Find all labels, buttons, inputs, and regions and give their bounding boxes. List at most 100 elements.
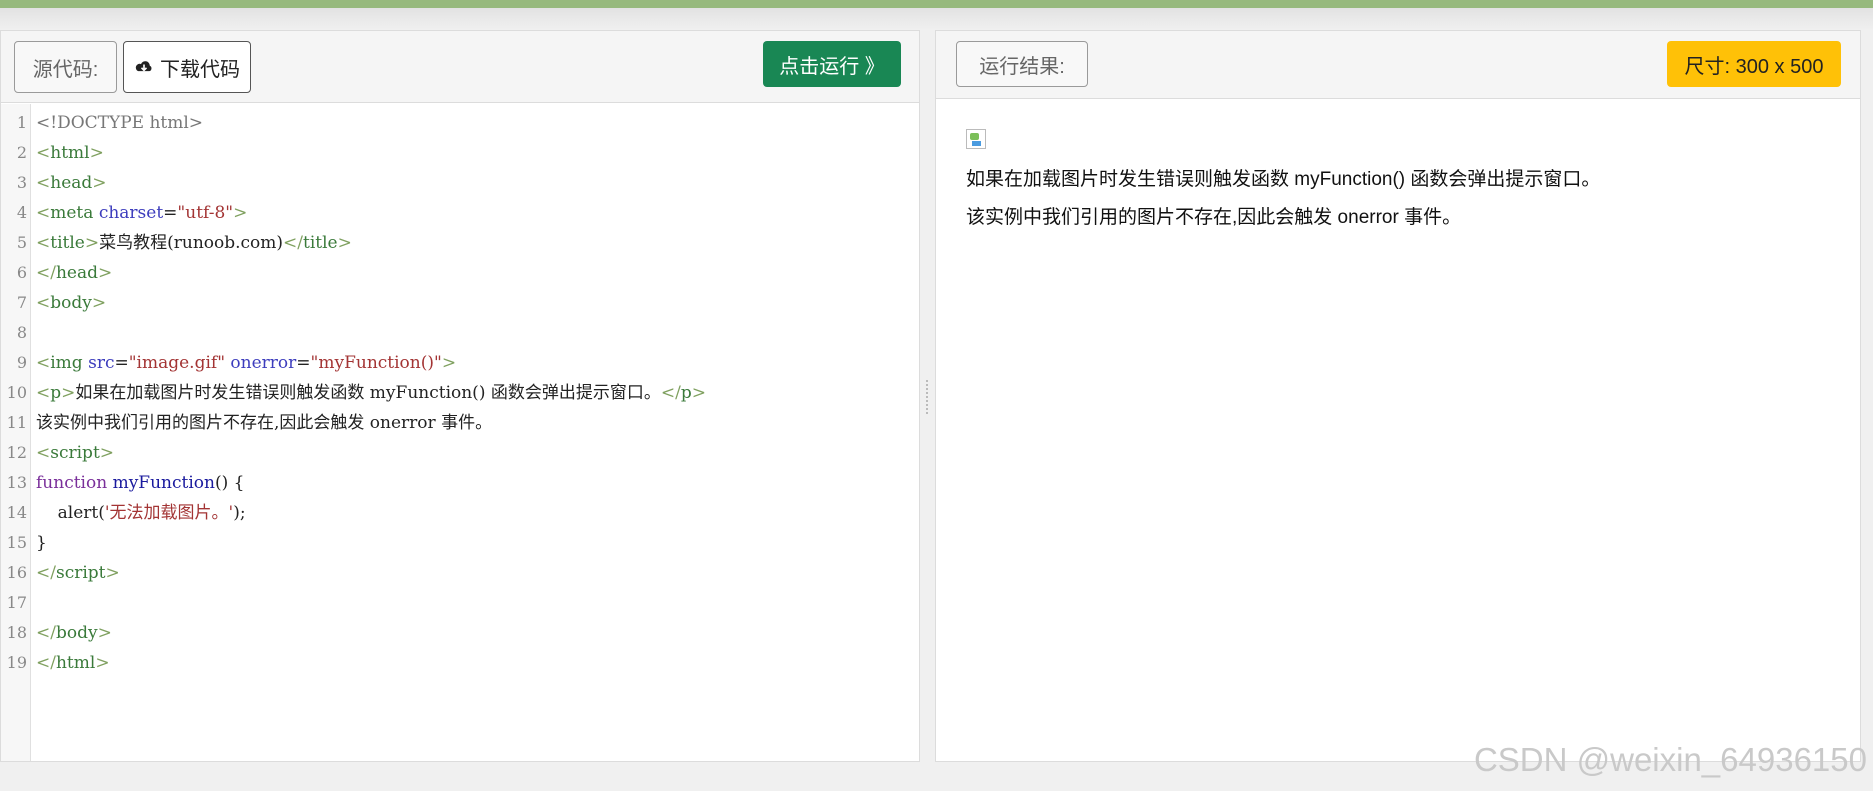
code-line: 16 </script> bbox=[0, 563, 900, 593]
line-number: 18 bbox=[6, 623, 27, 642]
download-code-label: 下载代码 bbox=[160, 58, 240, 81]
code-token: > bbox=[89, 143, 104, 163]
top-accent-bar bbox=[0, 0, 1873, 8]
code-token: </ bbox=[36, 623, 56, 643]
line-number: 7 bbox=[16, 293, 27, 312]
code-token: > bbox=[92, 173, 107, 193]
line-text: <p>如果在加载图片时发生错误则触发函数 myFunction() 函数会弹出提… bbox=[36, 383, 706, 403]
line-text: </body> bbox=[36, 623, 112, 643]
line-text: </html> bbox=[36, 653, 110, 673]
line-text: </head> bbox=[36, 263, 112, 283]
code-line: 3 <head> bbox=[0, 173, 900, 203]
code-token: function bbox=[36, 473, 113, 493]
code-token: > bbox=[84, 233, 100, 253]
code-token: script bbox=[50, 443, 100, 463]
code-line: 8 bbox=[0, 323, 900, 353]
top-shade bbox=[0, 8, 1873, 30]
code-token: 菜鸟教程(runoob.com) bbox=[99, 233, 284, 253]
line-number: 14 bbox=[6, 503, 27, 522]
cloud-download-icon bbox=[135, 61, 152, 72]
code-token: "image.gif" bbox=[128, 353, 231, 373]
code-token: onerror bbox=[230, 353, 297, 373]
code-token: () { bbox=[214, 473, 245, 493]
code-line: 10 <p>如果在加载图片时发生错误则触发函数 myFunction() 函数会弹… bbox=[0, 383, 900, 413]
line-text: <html> bbox=[36, 143, 104, 163]
code-token: '无法加载图片。' bbox=[104, 503, 234, 523]
result-panel: 运行结果: 尺寸: 300 x 500 如果在加载图片时发生错误则触发函数 my… bbox=[935, 30, 1861, 762]
line-number: 13 bbox=[6, 473, 27, 492]
code-token: </ bbox=[36, 263, 56, 283]
line-text: <script> bbox=[36, 443, 114, 463]
line-number: 4 bbox=[16, 203, 27, 222]
line-text: <meta charset="utf-8"> bbox=[36, 203, 247, 223]
code-token: p bbox=[680, 383, 692, 403]
code-token: "myFunction()" bbox=[310, 353, 442, 373]
code-token: "utf-8" bbox=[177, 203, 234, 223]
code-token: charset bbox=[98, 203, 164, 223]
source-toolbar: 源代码: 下载代码 点击运行 》 bbox=[1, 31, 919, 103]
code-token: > bbox=[337, 233, 352, 253]
source-code-label-button[interactable]: 源代码: bbox=[14, 41, 117, 93]
code-token: > bbox=[105, 563, 120, 583]
line-number: 5 bbox=[16, 233, 27, 252]
code-token: > bbox=[98, 263, 113, 283]
line-number: 2 bbox=[16, 143, 27, 162]
code-token: < bbox=[36, 293, 51, 313]
code-token: script bbox=[55, 563, 106, 583]
code-line: 4 <meta charset="utf-8"> bbox=[0, 203, 900, 233]
code-token: < bbox=[36, 233, 51, 253]
code-token: myFunction bbox=[112, 473, 215, 493]
result-toolbar: 运行结果: 尺寸: 300 x 500 bbox=[936, 31, 1860, 99]
code-line: 14 alert('无法加载图片。'); bbox=[0, 503, 900, 533]
code-line: 11 该实例中我们引用的图片不存在,因此会触发 onerror 事件。 bbox=[0, 413, 900, 443]
line-number: 12 bbox=[6, 443, 27, 462]
line-text: <body> bbox=[36, 293, 106, 313]
resize-handle[interactable] bbox=[923, 378, 931, 418]
line-text: function myFunction() { bbox=[36, 473, 244, 493]
line-number: 10 bbox=[6, 383, 27, 402]
result-paragraph-2: 该实例中我们引用的图片不存在,因此会触发 onerror 事件。 bbox=[966, 207, 1462, 228]
code-line: 9 <img src="image.gif" onerror="myFunctio… bbox=[0, 353, 900, 383]
code-token: < bbox=[36, 143, 51, 163]
code-line: 7 <body> bbox=[0, 293, 900, 323]
code-token: meta bbox=[50, 203, 99, 223]
code-token: </ bbox=[283, 233, 304, 253]
code-token: > bbox=[99, 443, 115, 463]
code-line: 5 <title>菜鸟教程(runoob.com)</title> bbox=[0, 233, 900, 263]
code-token: </ bbox=[36, 653, 56, 673]
code-line: 6 </head> bbox=[0, 263, 900, 293]
code-line: 17 bbox=[0, 593, 900, 623]
code-token: ); bbox=[233, 503, 246, 523]
code-line: 18 </body> bbox=[0, 623, 900, 653]
code-token: = bbox=[114, 353, 129, 373]
code-line: 15} bbox=[0, 533, 900, 563]
line-text: alert('无法加载图片。'); bbox=[36, 503, 246, 523]
size-label: 尺寸: 300 x 500 bbox=[1684, 55, 1824, 78]
line-number: 15 bbox=[6, 533, 27, 552]
run-button[interactable]: 点击运行 》 bbox=[763, 41, 901, 87]
code-token: img bbox=[50, 353, 89, 373]
code-token: body bbox=[50, 293, 92, 313]
line-text: } bbox=[36, 533, 47, 553]
code-token: > bbox=[61, 383, 76, 403]
code-token: < bbox=[36, 203, 51, 223]
code-token: > bbox=[95, 653, 110, 673]
download-code-button[interactable]: 下载代码 bbox=[123, 41, 251, 93]
code-token: src bbox=[88, 353, 115, 373]
watermark: CSDN @weixin_64936150 bbox=[1473, 741, 1867, 778]
run-result-label: 运行结果: bbox=[979, 55, 1065, 78]
code-token: = bbox=[296, 353, 311, 373]
size-button[interactable]: 尺寸: 300 x 500 bbox=[1667, 41, 1841, 87]
line-number: 16 bbox=[6, 563, 27, 582]
code-line: 12 <script> bbox=[0, 443, 900, 473]
code-line: 19 </html> bbox=[0, 653, 900, 683]
code-token: < bbox=[36, 173, 51, 193]
line-number: 8 bbox=[16, 323, 27, 342]
code-line: 1 <!DOCTYPE html> bbox=[0, 113, 900, 143]
broken-image-icon bbox=[966, 129, 986, 149]
line-text: <head> bbox=[36, 173, 107, 193]
run-result-label-button[interactable]: 运行结果: bbox=[956, 41, 1088, 87]
code-editor[interactable]: 1 <!DOCTYPE html> 2 <html> 3 <head> 4 <meta cha… bbox=[0, 113, 900, 683]
code-token: = bbox=[163, 203, 178, 223]
code-token: head bbox=[50, 173, 93, 193]
